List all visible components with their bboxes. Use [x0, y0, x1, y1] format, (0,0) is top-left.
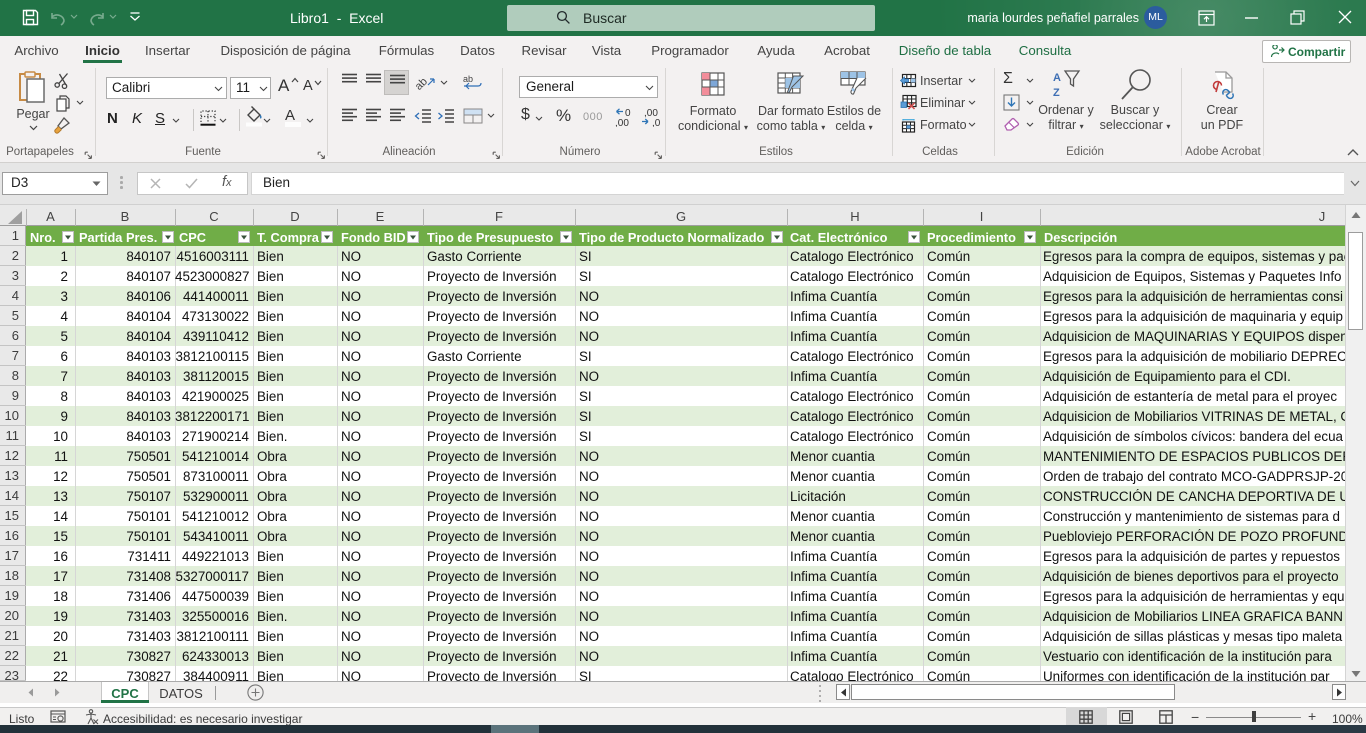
- svg-text:ab: ab: [416, 76, 430, 91]
- svg-text:,0: ,0: [652, 118, 661, 127]
- svg-text:ab: ab: [463, 74, 473, 84]
- svg-text:Z: Z: [1053, 87, 1060, 99]
- svg-text:,00: ,00: [615, 118, 629, 127]
- svg-text:A: A: [1053, 72, 1061, 84]
